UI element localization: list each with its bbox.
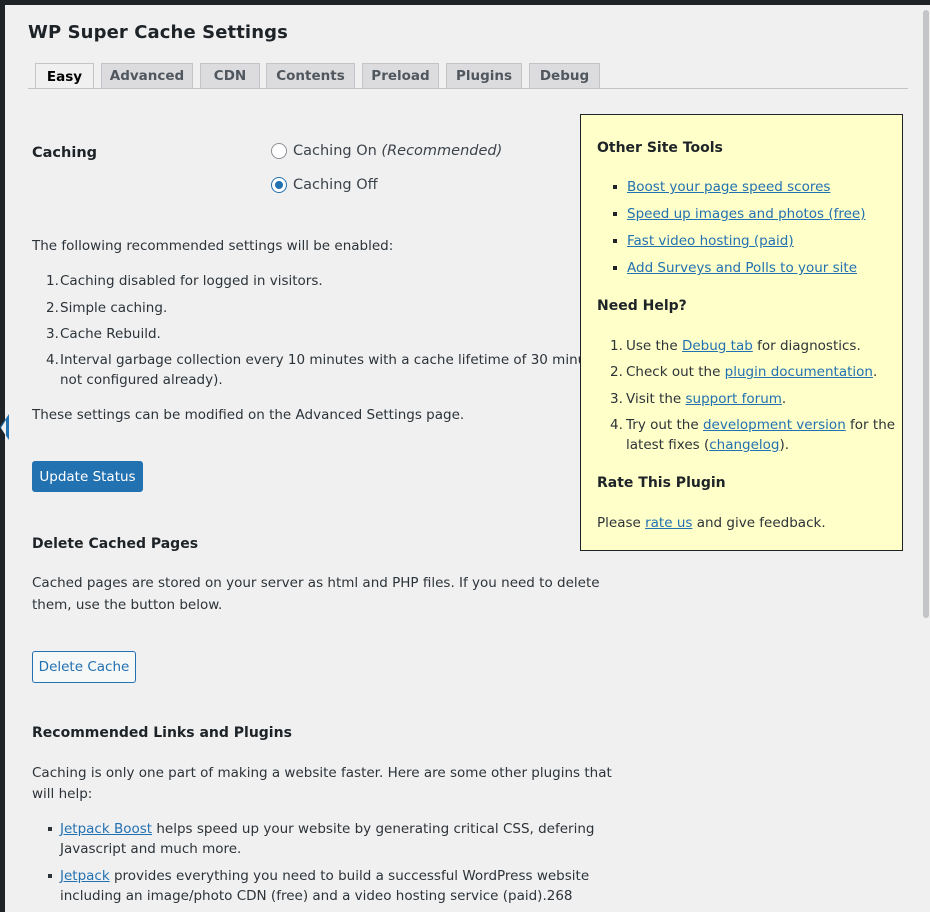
links-intro-1: Caching is only one part of making a web… [32,765,612,781]
debug-tab-link[interactable]: Debug tab [682,338,753,354]
settings-footer-note: These settings can be modified on the Ad… [32,407,465,423]
list-item: 3. Cache Rebuild. [46,326,161,342]
list-item: 3. Visit the support forum. [610,391,787,407]
help-text: Visit the [626,391,686,407]
tab-debug[interactable]: Debug [529,63,600,88]
tab-easy[interactable]: Easy [35,63,94,89]
help-text: for diagnostics. [752,338,861,354]
list-item: 2. Check out the plugin documentation. [610,364,878,380]
tab-plugins[interactable]: Plugins [446,63,522,88]
list-item-text-cont: not configured already). [60,372,223,388]
caching-off-radio[interactable] [271,177,287,193]
list-item-text: Simple caching. [60,300,168,316]
recommended-links-heading: Recommended Links and Plugins [32,725,292,741]
plugin-documentation-link[interactable]: plugin documentation [725,364,873,380]
page-title: WP Super Cache Settings [28,22,288,43]
admin-menu-pointer-inner [1,420,6,436]
delete-cached-heading: Delete Cached Pages [32,536,199,552]
help-text: Use the [626,338,682,354]
plugin-links-list: Jetpack Boost helps speed up your websit… [48,819,594,906]
help-text: Try out the [626,417,703,433]
list-item-text-cont: Javascript and much more. [60,841,242,857]
site-tools-sidebar: Other Site Tools Boost your page speed s… [580,114,903,551]
help-text: . [781,391,787,407]
list-item: Boost your page speed scores [613,177,866,204]
tab-contents[interactable]: Contents [266,63,355,88]
delete-cache-button[interactable]: Delete Cache [32,651,136,683]
other-site-tools-heading: Other Site Tools [597,140,723,156]
bullet-icon [613,266,617,270]
tab-preload[interactable]: Preload [362,63,439,88]
video-hosting-link[interactable]: Fast video hosting (paid) [627,233,794,249]
list-item: Jetpack Boost helps speed up your websit… [48,819,594,859]
update-status-button[interactable]: Update Status [32,461,143,492]
list-item-text: Interval garbage collection every 10 min… [60,352,625,368]
rate-text: Please [597,515,646,531]
list-item-text: provides everything you need to build a … [109,868,590,884]
links-intro-2: will help: [32,786,93,802]
caching-off-label: Caching Off [293,177,378,193]
tab-advanced[interactable]: Advanced [101,63,193,88]
scrollbar-thumb[interactable] [923,10,929,618]
jetpack-boost-link[interactable]: Jetpack Boost [60,821,152,837]
rate-plugin-heading: Rate This Plugin [597,475,726,491]
recommended-intro: The following recommended settings will … [32,238,394,254]
boost-speed-link[interactable]: Boost your page speed scores [627,179,830,195]
recommended-settings-list: 1. Caching disabled for logged in visitor… [32,271,625,390]
bullet-icon [48,827,52,831]
list-item: 1. Caching disabled for logged in visitor… [46,273,323,289]
list-item-text-cont: including an image/photo CDN (free) and … [60,888,573,904]
support-forum-link[interactable]: support forum [686,391,782,407]
need-help-heading: Need Help? [597,298,687,314]
bullet-icon [613,239,617,243]
delete-cached-text-2: them, use the button below. [32,597,223,613]
list-item: Jetpack provides everything you need to … [48,866,594,906]
caching-on-radio[interactable] [271,143,287,159]
bullet-icon [613,185,617,189]
caching-label: Caching [32,145,98,161]
help-text: Check out the [626,364,725,380]
caching-on-option[interactable]: Caching On (Recommended) [271,143,502,159]
rate-us-link[interactable]: rate us [645,515,692,531]
list-item-text: Cache Rebuild. [60,326,161,342]
surveys-polls-link[interactable]: Add Surveys and Polls to your site [627,260,857,276]
caching-off-option[interactable]: Caching Off [271,177,378,193]
rate-text: and give feedback. [692,515,826,531]
tabs-divider [28,88,908,89]
bullet-icon [613,212,617,216]
list-item: Fast video hosting (paid) [613,231,866,258]
bullet-icon [48,874,52,878]
delete-cached-text-1: Cached pages are stored on your server a… [32,575,600,591]
list-item: Add Surveys and Polls to your site [613,258,866,285]
list-item-text: helps speed up your website by generatin… [152,821,595,837]
help-text: for the [845,417,896,433]
help-text: . [872,364,878,380]
list-item: 2. Simple caching. [46,300,168,316]
development-version-link[interactable]: development version [703,417,846,433]
speed-images-link[interactable]: Speed up images and photos (free) [627,206,866,222]
list-item-text: Caching disabled for logged in visitors. [60,273,323,289]
help-text: latest fixes ( [626,437,710,453]
rate-plugin-text: Please rate us and give feedback. [597,513,826,533]
list-item: 1. Use the Debug tab for diagnostics. [610,338,861,354]
list-item: 4. Try out the development version for th… [610,417,896,453]
list-item: 4. Interval garbage collection every 10 m… [46,352,625,388]
changelog-link[interactable]: changelog [709,437,779,453]
help-text: ). [779,437,790,453]
site-tools-list: Boost your page speed scores Speed up im… [613,177,866,285]
list-item: Speed up images and photos (free) [613,204,866,231]
caching-on-label: Caching On [293,143,377,159]
tab-cdn[interactable]: CDN [200,63,260,88]
jetpack-link[interactable]: Jetpack [60,868,110,884]
recommended-note: (Recommended) [381,143,503,159]
help-list: 1. Use the Debug tab for diagnostics. 2. C… [610,336,895,455]
